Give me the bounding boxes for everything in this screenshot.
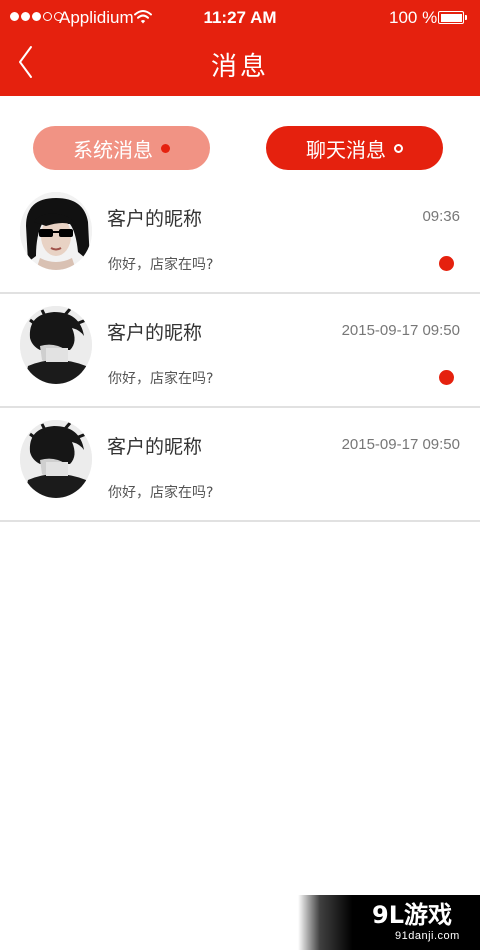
list-item[interactable]: 客户的昵称 你好，店家在吗? 2015-09-17 09:50 [0,294,480,408]
avatar [20,192,92,270]
message-list: 客户的昵称 你好，店家在吗? 09:36 客户的昵称 你好，店家在吗? 2015… [0,180,480,522]
unread-indicator-dot [161,143,170,153]
avatar [20,306,92,384]
contact-nickname: 客户的昵称 [107,208,203,230]
list-item[interactable]: 客户的昵称 你好，店家在吗? 2015-09-17 09:50 [0,408,480,522]
contact-nickname: 客户的昵称 [107,436,203,458]
message-timestamp: 2015-09-17 09:50 [341,322,460,339]
tab-chat-messages[interactable]: 聊天消息 [266,126,443,170]
svg-text:9L游戏: 9L游戏 [372,901,452,929]
message-timestamp: 09:36 [422,208,460,225]
watermark-logo: 9L游戏 [372,901,452,929]
tab-system-messages[interactable]: 系统消息 [33,126,210,170]
message-preview: 你好，店家在吗? [108,257,214,273]
page-title: 消息 [210,52,269,82]
app-header: Applidium 11:27 AM 100 % 消息 [0,0,480,96]
message-preview: 你好，店家在吗? [108,371,214,387]
message-preview: 你好，店家在吗? [108,485,214,501]
indicator-ring [394,143,403,153]
contact-nickname: 客户的昵称 [107,322,203,344]
battery-icon [438,11,467,24]
status-bar: Applidium 11:27 AM 100 % [0,0,480,38]
message-timestamp: 2015-09-17 09:50 [341,436,460,453]
tab-label: 系统消息 [73,137,153,162]
list-item[interactable]: 客户的昵称 你好，店家在吗? 09:36 [0,180,480,294]
watermark-domain: 91danji.com [395,930,460,942]
battery-percent: 100 % [389,8,438,27]
tab-label: 聊天消息 [306,137,386,162]
avatar [20,420,92,498]
unread-badge [439,256,454,271]
unread-badge [439,370,454,385]
